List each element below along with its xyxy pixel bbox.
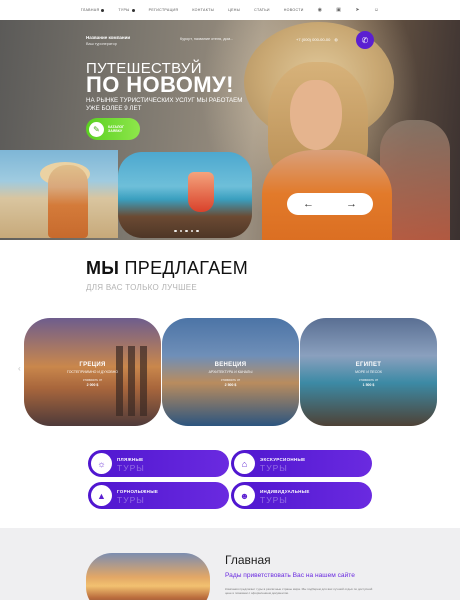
phone-number: +7 (000) 000-00-00 xyxy=(296,37,331,42)
tour-button-ski[interactable]: ▲ ГОРНОЛЫЖНЫЕ ТУРЫ xyxy=(88,482,229,509)
nav-item-tours[interactable]: ТУРЫ xyxy=(118,8,135,12)
header-phone[interactable]: +7 (000) 000-00-00 ◍ xyxy=(296,37,338,42)
pencil-icon: ✎ xyxy=(89,121,104,137)
main-title: Главная xyxy=(225,553,271,567)
carousel-prev-icon[interactable]: ‹ xyxy=(18,364,21,373)
people-icon: ☻ xyxy=(234,485,255,506)
tour-label: ГОРНОЛЫЖНЫЕ xyxy=(117,489,159,494)
beach-icon: ☼ xyxy=(91,453,112,474)
cocktail-glass xyxy=(188,172,214,212)
offer-title-rest: ПРЕДЛАГАЕМ xyxy=(119,258,249,278)
tour-button-beach[interactable]: ☼ ПЛЯЖНЫЕ ТУРЫ xyxy=(88,450,229,477)
whatsapp-icon[interactable]: ◍ xyxy=(334,37,338,42)
tour-button-individual[interactable]: ☻ ИНДИВИДУАЛЬНЫЕ ТУРЫ xyxy=(231,482,372,509)
nav-item-articles[interactable]: СТАТЬИ xyxy=(254,8,270,12)
cta-main: ЗАЯВКУ xyxy=(108,129,123,133)
destination-desc: МОРЕ И ПЕСОК xyxy=(355,370,382,374)
vk-icon[interactable]: ◉ xyxy=(318,7,323,13)
destination-price: 2 000 $ xyxy=(86,383,99,387)
mountain-icon: ▲ xyxy=(91,485,112,506)
phone-icon: ✆ xyxy=(361,35,369,45)
hero-subtitle: НА РЫНКЕ ТУРИСТИЧЕСКИХ УСЛУГ МЫ РАБОТАЕМ… xyxy=(86,97,243,112)
destination-card-venice[interactable]: ВЕНЕЦИЯ АРХИТЕКТУРА И КАНАЛЫ стоимость о… xyxy=(162,318,299,426)
destination-desc: АРХИТЕКТУРА И КАНАЛЫ xyxy=(208,370,253,374)
tour-suffix: ТУРЫ xyxy=(260,495,288,505)
destination-name: ГРЕЦИЯ xyxy=(79,362,106,368)
dropdown-dot-icon xyxy=(131,8,135,12)
offer-subtitle: ДЛЯ ВАС ТОЛЬКО ЛУЧШЕЕ xyxy=(86,283,198,292)
tour-label: ПЛЯЖНЫЕ xyxy=(117,457,144,462)
nav-item-news[interactable]: НОВОСТИ xyxy=(284,8,304,12)
company-name: Название компании xyxy=(86,35,131,40)
destination-price: 1 500 $ xyxy=(362,383,375,387)
request-button-label: КАТАЛОГ ЗАЯВКУ xyxy=(108,125,124,133)
offer-title: МЫ ПРЕДЛАГАЕМ xyxy=(86,258,248,279)
destination-card-egypt[interactable]: ЕГИПЕТ МОРЕ И ПЕСОК стоимость от 1 500 $ xyxy=(300,318,437,426)
slider-dots[interactable] xyxy=(174,229,199,232)
destination-card-greece[interactable]: ГРЕЦИЯ ГОСТЕПРИИМНО И ДУХОВНО стоимость … xyxy=(24,318,161,426)
nav-item-contacts[interactable]: КОНТАКТЫ xyxy=(192,8,214,12)
nav-label: ТУРЫ xyxy=(118,8,130,12)
request-button[interactable]: ✎ КАТАЛОГ ЗАЯВКУ xyxy=(86,118,140,140)
tour-label: ИНДИВИДУАЛЬНЫЕ xyxy=(260,489,310,494)
company-logo[interactable]: Название компании Ваш туроператор xyxy=(86,35,130,46)
main-subtitle: Рады приветствовать Вас на нашем сайте xyxy=(225,572,355,579)
tour-button-excursion[interactable]: ⌂ ЭКСКУРСИОННЫЕ ТУРЫ xyxy=(231,450,372,477)
tour-suffix: ТУРЫ xyxy=(117,463,145,473)
dropdown-dot-icon xyxy=(101,8,105,12)
tour-suffix: ТУРЫ xyxy=(260,463,288,473)
user-icon[interactable]: ☺ xyxy=(374,7,379,13)
destination-price-label: стоимость от xyxy=(358,378,379,382)
nav-item-home[interactable]: ГЛАВНАЯ xyxy=(81,8,105,12)
offer-title-bold: МЫ xyxy=(86,258,120,278)
destination-desc: ГОСТЕПРИИМНО И ДУХОВНО xyxy=(67,370,118,374)
call-button[interactable]: ✆ xyxy=(356,31,374,49)
cocktail-photo xyxy=(118,152,252,238)
destination-name: ЕГИПЕТ xyxy=(355,362,382,368)
slider-arrows: ← → xyxy=(287,193,373,215)
destination-price-label: стоимость от xyxy=(220,378,241,382)
nav-item-prices[interactable]: ЦЕНЫ xyxy=(228,8,240,12)
top-nav: ГЛАВНАЯ ТУРЫ РЕГИСТРАЦИЯ КОНТАКТЫ ЦЕНЫ С… xyxy=(0,0,460,20)
main-paragraph: Компания предлагает туры в различные стр… xyxy=(225,587,373,595)
telegram-icon[interactable]: ➤ xyxy=(355,7,360,13)
destination-price: 2 500 $ xyxy=(224,383,237,387)
company-tagline: Ваш туроператор xyxy=(86,42,117,46)
ok-icon[interactable]: ▣ xyxy=(336,7,341,13)
nav-item-registration[interactable]: РЕГИСТРАЦИЯ xyxy=(149,8,179,12)
excursion-icon: ⌂ xyxy=(234,453,255,474)
search-field[interactable]: Курорт, название отеля, дом... xyxy=(180,37,240,41)
tour-suffix: ТУРЫ xyxy=(117,495,145,505)
hero-title-line2: ПО НОВОМУ! xyxy=(86,72,234,97)
hero-model-face xyxy=(290,80,342,150)
prev-arrow-icon[interactable]: ← xyxy=(303,198,314,210)
destination-price-label: стоимость от xyxy=(82,378,103,382)
next-arrow-icon[interactable]: → xyxy=(346,198,357,210)
destination-name: ВЕНЕЦИЯ xyxy=(214,362,247,368)
nav-label: ГЛАВНАЯ xyxy=(80,8,100,12)
sunset-photo xyxy=(86,553,210,600)
beach-photo-person xyxy=(48,165,88,238)
tour-label: ЭКСКУРСИОННЫЕ xyxy=(260,457,306,462)
